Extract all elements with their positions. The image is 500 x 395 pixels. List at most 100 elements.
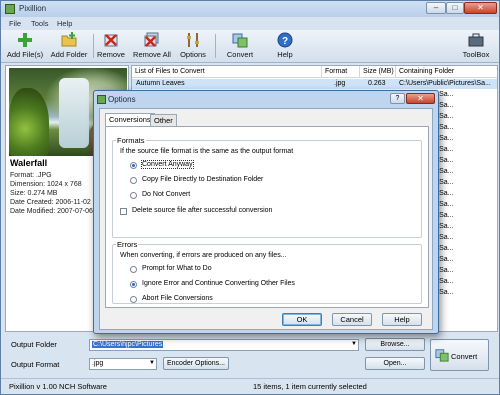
- toolbar: Add File(s) Add Folder Remove Remove All: [1, 30, 499, 63]
- preview-size: Size: 0.274 MB: [10, 190, 58, 197]
- option-do-not-convert[interactable]: Do Not Convert: [142, 191, 190, 198]
- preview-filename: Walerfall: [10, 158, 48, 168]
- preview-created: Date Created: 2006-11-02 2: [10, 199, 97, 206]
- status-bar: Pixillion v 1.00 NCH Software 15 items, …: [1, 378, 499, 394]
- dialog-title: Options: [108, 95, 136, 104]
- radio-prompt[interactable]: [130, 266, 137, 273]
- menu-file[interactable]: File: [9, 19, 21, 28]
- formats-group-label: Formats: [116, 136, 146, 145]
- add-folder-button[interactable]: Add Folder: [48, 31, 90, 61]
- convert-label: Convert: [451, 352, 478, 361]
- window-title: Pixillion: [19, 4, 47, 13]
- radio-ignore-error[interactable]: [130, 281, 137, 288]
- options-dialog: Options ? ✕ Conversions Other Formats If…: [93, 90, 439, 334]
- output-format-value: .jpg: [92, 360, 104, 367]
- dialog-help-text-button[interactable]: Help: [382, 313, 422, 326]
- toolbar-separator: [93, 34, 94, 58]
- chevron-down-icon: ▼: [149, 360, 155, 366]
- option-copy-file[interactable]: Copy File Directly to Destination Folder: [142, 176, 263, 183]
- add-files-button[interactable]: Add File(s): [5, 31, 45, 61]
- options-button[interactable]: Options: [177, 31, 209, 61]
- output-folder-label: Output Folder: [11, 340, 57, 349]
- tab-conversions[interactable]: Conversions: [105, 113, 155, 126]
- cell-format: .jpg: [334, 80, 346, 87]
- preview-modified: Date Modified: 2007-07-06 1: [10, 208, 99, 215]
- output-folder-value: C:\Users\hjpc\Pictures: [92, 341, 164, 348]
- menu-tools[interactable]: Tools: [31, 19, 49, 28]
- column-header-format[interactable]: Format: [322, 66, 360, 78]
- convert-button[interactable]: Convert: [430, 339, 489, 371]
- chevron-down-icon: ▼: [351, 341, 357, 347]
- option-ignore-error[interactable]: Ignore Error and Continue Converting Oth…: [142, 280, 295, 287]
- errors-description: When converting, if errors are produced …: [120, 252, 287, 259]
- open-button[interactable]: Open...: [365, 357, 425, 370]
- help-icon: ?: [277, 32, 293, 48]
- status-version: Pixillion v 1.00 NCH Software: [9, 382, 107, 391]
- convert-toolbar-label: Convert: [226, 50, 254, 59]
- cell-name: Autumn Leaves: [136, 80, 185, 87]
- toolbox-icon: [468, 33, 484, 47]
- preview-format: Format: .JPG: [10, 172, 52, 179]
- preview-dimension: Dimension: 1024 x 768: [10, 181, 82, 188]
- delete-source-label[interactable]: Delete source file after successful conv…: [132, 207, 272, 214]
- delete-source-checkbox[interactable]: [120, 208, 127, 215]
- option-prompt[interactable]: Prompt for What to Do: [142, 265, 212, 272]
- close-button[interactable]: ✕: [464, 2, 497, 14]
- add-folder-icon: [61, 32, 77, 47]
- errors-group-label: Errors: [116, 240, 139, 249]
- convert-icon: [435, 349, 449, 362]
- convert-toolbar-button[interactable]: Convert: [223, 31, 257, 61]
- radio-do-not-convert[interactable]: [130, 192, 137, 199]
- column-header-name[interactable]: List of Files to Convert: [132, 66, 322, 78]
- cancel-button[interactable]: Cancel: [332, 313, 372, 326]
- help-toolbar-button[interactable]: ? Help: [271, 31, 299, 61]
- ok-button[interactable]: OK: [282, 313, 322, 326]
- remove-all-label: Remove All: [133, 50, 171, 59]
- toolbox-button[interactable]: ToolBox: [457, 31, 495, 61]
- remove-icon: [104, 34, 118, 47]
- option-convert-anyway[interactable]: Convert Anyway: [141, 160, 194, 169]
- remove-label: Remove: [97, 50, 125, 59]
- maximize-button[interactable]: □: [446, 2, 464, 14]
- menu-help[interactable]: Help: [57, 19, 72, 28]
- column-header-size[interactable]: Size (MB): [360, 66, 396, 78]
- cell-size: 0.263: [368, 80, 386, 87]
- output-format-select[interactable]: .jpg ▼: [89, 358, 157, 370]
- dialog-help-button[interactable]: ?: [390, 93, 405, 104]
- minimize-button[interactable]: –: [426, 2, 446, 14]
- conversions-pane: Formats If the source file format is the…: [105, 126, 429, 308]
- add-folder-label: Add Folder: [50, 50, 88, 59]
- options-label: Options: [180, 50, 206, 59]
- encoder-options-button[interactable]: Encoder Options...: [163, 357, 229, 370]
- convert-icon: [232, 33, 248, 48]
- dialog-body: Conversions Other Formats If the source …: [99, 108, 433, 330]
- browse-button[interactable]: Browse...: [365, 338, 425, 351]
- output-folder-combo[interactable]: C:\Users\hjpc\Pictures ▼: [89, 339, 359, 351]
- formats-description: If the source file format is the same as…: [120, 148, 294, 155]
- column-header-folder[interactable]: Containing Folder: [396, 66, 497, 78]
- tab-other[interactable]: Other: [150, 114, 177, 126]
- svg-text:?: ?: [282, 36, 288, 47]
- dialog-close-button[interactable]: ✕: [406, 93, 435, 104]
- add-files-icon: [18, 33, 32, 47]
- remove-button[interactable]: Remove: [95, 31, 127, 61]
- menu-bar: File Tools Help: [1, 17, 499, 30]
- toolbar-separator: [215, 34, 216, 58]
- option-abort[interactable]: Abort File Conversions: [142, 295, 213, 302]
- remove-all-icon: [144, 32, 159, 47]
- app-icon: [5, 4, 15, 14]
- radio-abort[interactable]: [130, 296, 137, 303]
- title-bar: Pixillion – □ ✕: [1, 1, 499, 17]
- toolbox-label: ToolBox: [462, 50, 490, 59]
- output-settings: Output Folder C:\Users\hjpc\Pictures ▼ B…: [1, 333, 499, 377]
- options-icon: [187, 33, 199, 47]
- status-items: 15 items, 1 item currently selected: [253, 382, 367, 391]
- radio-convert-anyway[interactable]: [130, 162, 137, 169]
- cell-folder: C:\Users\Public\Pictures\Sa...: [399, 80, 491, 87]
- output-format-label: Output Format: [11, 360, 60, 369]
- radio-copy-file[interactable]: [130, 177, 137, 184]
- table-row[interactable]: Autumn Leaves .jpg 0.263 C:\Users\Public\Pi…: [132, 79, 497, 89]
- help-toolbar-label: Help: [277, 50, 293, 59]
- add-files-label: Add File(s): [6, 50, 44, 59]
- remove-all-button[interactable]: Remove All: [131, 31, 173, 61]
